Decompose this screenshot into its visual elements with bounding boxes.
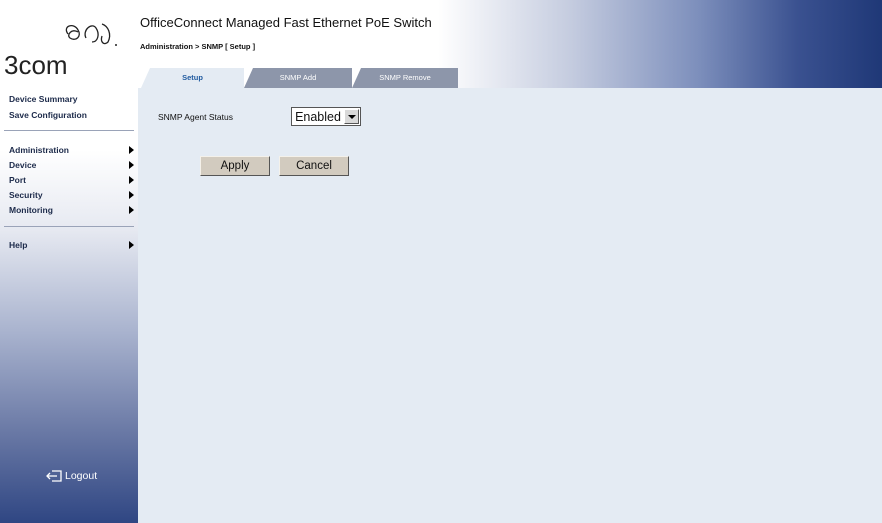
page-title: OfficeConnect Managed Fast Ethernet PoE … (140, 15, 432, 30)
sidebar-item-label: Help (9, 240, 28, 250)
snmp-agent-status-select[interactable]: Enabled (291, 107, 361, 126)
breadcrumb: Administration > SNMP [ Setup ] (140, 42, 256, 51)
logout-label: Logout (65, 470, 98, 482)
sidebar-item-label: Port (9, 175, 26, 185)
tab-snmp-remove[interactable]: SNMP Remove (352, 68, 458, 88)
save-configuration-link[interactable]: Save Configuration (9, 110, 87, 120)
dropdown-arrow-icon (344, 109, 359, 124)
chevron-right-icon (129, 191, 134, 199)
logout-icon (46, 470, 62, 482)
sidebar-item-label: Device (9, 160, 37, 170)
sidebar-item-help[interactable]: Help (9, 240, 134, 250)
cancel-button[interactable]: Cancel (279, 156, 349, 176)
sidebar-item-monitoring[interactable]: Monitoring (9, 205, 134, 215)
sidebar: 3com Device Summary Save Configuration A… (0, 0, 138, 523)
content-panel: SNMP Agent Status Enabled Apply Cancel (138, 88, 882, 523)
tab-setup[interactable]: Setup (141, 68, 244, 88)
sidebar-item-label: Monitoring (9, 205, 53, 215)
chevron-right-icon (129, 146, 134, 154)
chevron-right-icon (129, 241, 134, 249)
tab-snmp-add[interactable]: SNMP Add (244, 68, 352, 88)
sidebar-item-label: Security (9, 190, 43, 200)
logout-button[interactable]: Logout (46, 470, 97, 482)
chevron-right-icon (129, 176, 134, 184)
sidebar-item-port[interactable]: Port (9, 175, 134, 185)
svg-text:3com: 3com (4, 50, 68, 78)
sidebar-divider (4, 130, 134, 131)
3com-logo: 3com (4, 23, 117, 78)
sidebar-item-device[interactable]: Device (9, 160, 134, 170)
chevron-right-icon (129, 161, 134, 169)
header: OfficeConnect Managed Fast Ethernet PoE … (138, 0, 882, 88)
snmp-agent-status-value: Enabled (295, 109, 341, 124)
sidebar-item-administration[interactable]: Administration (9, 145, 134, 155)
device-summary-link[interactable]: Device Summary (9, 94, 78, 104)
sidebar-divider (4, 226, 134, 227)
snmp-agent-status-label: SNMP Agent Status (158, 112, 233, 122)
chevron-right-icon (129, 206, 134, 214)
apply-button[interactable]: Apply (200, 156, 270, 176)
sidebar-item-security[interactable]: Security (9, 190, 134, 200)
sidebar-item-label: Administration (9, 145, 69, 155)
